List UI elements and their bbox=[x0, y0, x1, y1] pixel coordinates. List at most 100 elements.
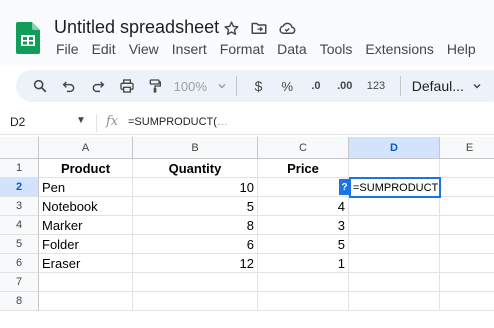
menu-bar: File Edit View Insert Format Data Tools … bbox=[56, 41, 489, 57]
cell-d7[interactable] bbox=[349, 273, 440, 292]
fx-icon: fx bbox=[106, 114, 119, 129]
row-header-7[interactable]: 7 bbox=[0, 273, 39, 292]
column-header-c[interactable]: C bbox=[258, 137, 349, 159]
menu-format[interactable]: Format bbox=[220, 41, 264, 57]
menu-extensions[interactable]: Extensions bbox=[365, 41, 433, 57]
cell-a2[interactable]: Pen bbox=[39, 178, 133, 197]
row-header-5[interactable]: 5 bbox=[0, 235, 39, 254]
name-box-dropdown-icon[interactable]: ▼ bbox=[76, 115, 86, 126]
cell-a5[interactable]: Folder bbox=[39, 235, 133, 254]
cell-d1[interactable] bbox=[349, 159, 440, 178]
column-header-d[interactable]: D bbox=[349, 137, 440, 159]
menu-insert[interactable]: Insert bbox=[172, 41, 207, 57]
undo-icon[interactable] bbox=[55, 74, 84, 98]
toolbar-divider bbox=[236, 76, 238, 96]
cell-b2[interactable]: 10 bbox=[133, 178, 258, 197]
cell-b5[interactable]: 6 bbox=[133, 235, 258, 254]
formula-bar-divider bbox=[96, 114, 97, 132]
search-icon[interactable] bbox=[26, 74, 55, 98]
cell-c1[interactable]: Price bbox=[258, 159, 349, 178]
star-icon[interactable] bbox=[222, 19, 240, 37]
cell-b6[interactable]: 12 bbox=[133, 254, 258, 273]
cell-e1[interactable] bbox=[440, 159, 494, 178]
row-header-4[interactable]: 4 bbox=[0, 216, 39, 235]
increase-decimal-label: .00 bbox=[337, 80, 353, 92]
active-cell-d2[interactable]: =SUMPRODUCT( bbox=[349, 177, 441, 198]
decrease-decimal-label: .0 bbox=[311, 80, 321, 92]
redo-icon[interactable] bbox=[83, 74, 112, 98]
cell-c8[interactable] bbox=[258, 292, 349, 311]
cell-c6[interactable]: 1 bbox=[258, 254, 349, 273]
menu-edit[interactable]: Edit bbox=[92, 41, 116, 57]
row-header-6[interactable]: 6 bbox=[0, 254, 39, 273]
paint-format-icon[interactable] bbox=[141, 74, 170, 98]
cell-d5[interactable] bbox=[349, 235, 440, 254]
name-box[interactable]: D2 bbox=[10, 115, 25, 129]
cell-c3[interactable]: 4 bbox=[258, 197, 349, 216]
chevron-down-icon bbox=[473, 83, 481, 89]
cell-e4[interactable] bbox=[440, 216, 494, 235]
menu-tools[interactable]: Tools bbox=[320, 41, 353, 57]
zoom-value: 100% bbox=[173, 78, 207, 94]
menu-data[interactable]: Data bbox=[277, 41, 307, 57]
cell-a3[interactable]: Notebook bbox=[39, 197, 133, 216]
formula-hint: … bbox=[216, 116, 228, 128]
formula-input[interactable]: =SUMPRODUCT(… bbox=[128, 116, 228, 128]
cell-e8[interactable] bbox=[440, 292, 494, 311]
cell-d3[interactable] bbox=[349, 197, 440, 216]
menu-view[interactable]: View bbox=[129, 41, 159, 57]
cell-d6[interactable] bbox=[349, 254, 440, 273]
formula-bar: D2 ▼ fx =SUMPRODUCT(… bbox=[0, 111, 494, 135]
currency-format-button[interactable]: $ bbox=[244, 74, 273, 98]
row-header-2[interactable]: 2 bbox=[0, 178, 39, 197]
active-cell-content: =SUMPRODUCT( bbox=[353, 181, 441, 194]
column-header-e[interactable]: E bbox=[440, 137, 494, 159]
cell-a4[interactable]: Marker bbox=[39, 216, 133, 235]
cell-c2[interactable] bbox=[258, 178, 349, 197]
cell-a7[interactable] bbox=[39, 273, 133, 292]
cell-d8[interactable] bbox=[349, 292, 440, 311]
row-header-3[interactable]: 3 bbox=[0, 197, 39, 216]
toolbar: 100% $ % .0 .00 123 Defaul... bbox=[16, 70, 494, 102]
font-family-select[interactable]: Defaul... bbox=[408, 74, 491, 98]
row-header-8[interactable]: 8 bbox=[0, 292, 39, 311]
number-format-button[interactable]: 123 bbox=[359, 74, 393, 98]
cell-d4[interactable] bbox=[349, 216, 440, 235]
chevron-down-icon bbox=[218, 83, 226, 89]
percent-format-button[interactable]: % bbox=[273, 74, 302, 98]
sheets-logo-icon[interactable] bbox=[16, 22, 40, 54]
cell-b7[interactable] bbox=[133, 273, 258, 292]
cell-c4[interactable]: 3 bbox=[258, 216, 349, 235]
cell-e3[interactable] bbox=[440, 197, 494, 216]
cloud-saved-icon[interactable] bbox=[278, 19, 296, 37]
cell-b1[interactable]: Quantity bbox=[133, 159, 258, 178]
zoom-select[interactable]: 100% bbox=[170, 74, 229, 98]
cell-b8[interactable] bbox=[133, 292, 258, 311]
cell-c7[interactable] bbox=[258, 273, 349, 292]
cell-b4[interactable]: 8 bbox=[133, 216, 258, 235]
cell-a6[interactable]: Eraser bbox=[39, 254, 133, 273]
row-header-1[interactable]: 1 bbox=[0, 159, 39, 178]
cell-e2[interactable] bbox=[440, 178, 494, 197]
decrease-decimal-button[interactable]: .0 bbox=[302, 74, 331, 98]
select-all-corner[interactable] bbox=[0, 137, 39, 159]
print-icon[interactable] bbox=[112, 74, 141, 98]
cell-b3[interactable]: 5 bbox=[133, 197, 258, 216]
cell-a8[interactable] bbox=[39, 292, 133, 311]
cell-e6[interactable] bbox=[440, 254, 494, 273]
menu-help[interactable]: Help bbox=[447, 41, 476, 57]
increase-decimal-button[interactable]: .00 bbox=[330, 74, 359, 98]
title-bar: Untitled spreadsheet File Edit View Inse… bbox=[0, 0, 494, 66]
formula-text: =SUMPRODUCT( bbox=[128, 116, 217, 128]
column-header-a[interactable]: A bbox=[39, 137, 133, 159]
toolbar-divider bbox=[399, 76, 401, 96]
move-to-folder-icon[interactable] bbox=[250, 19, 268, 37]
column-header-b[interactable]: B bbox=[133, 137, 258, 159]
cell-e5[interactable] bbox=[440, 235, 494, 254]
cell-e7[interactable] bbox=[440, 273, 494, 292]
menu-file[interactable]: File bbox=[56, 41, 79, 57]
cell-c5[interactable]: 5 bbox=[258, 235, 349, 254]
document-title[interactable]: Untitled spreadsheet bbox=[54, 17, 219, 38]
font-family-value: Defaul... bbox=[411, 78, 464, 94]
cell-a1[interactable]: Product bbox=[39, 159, 133, 178]
